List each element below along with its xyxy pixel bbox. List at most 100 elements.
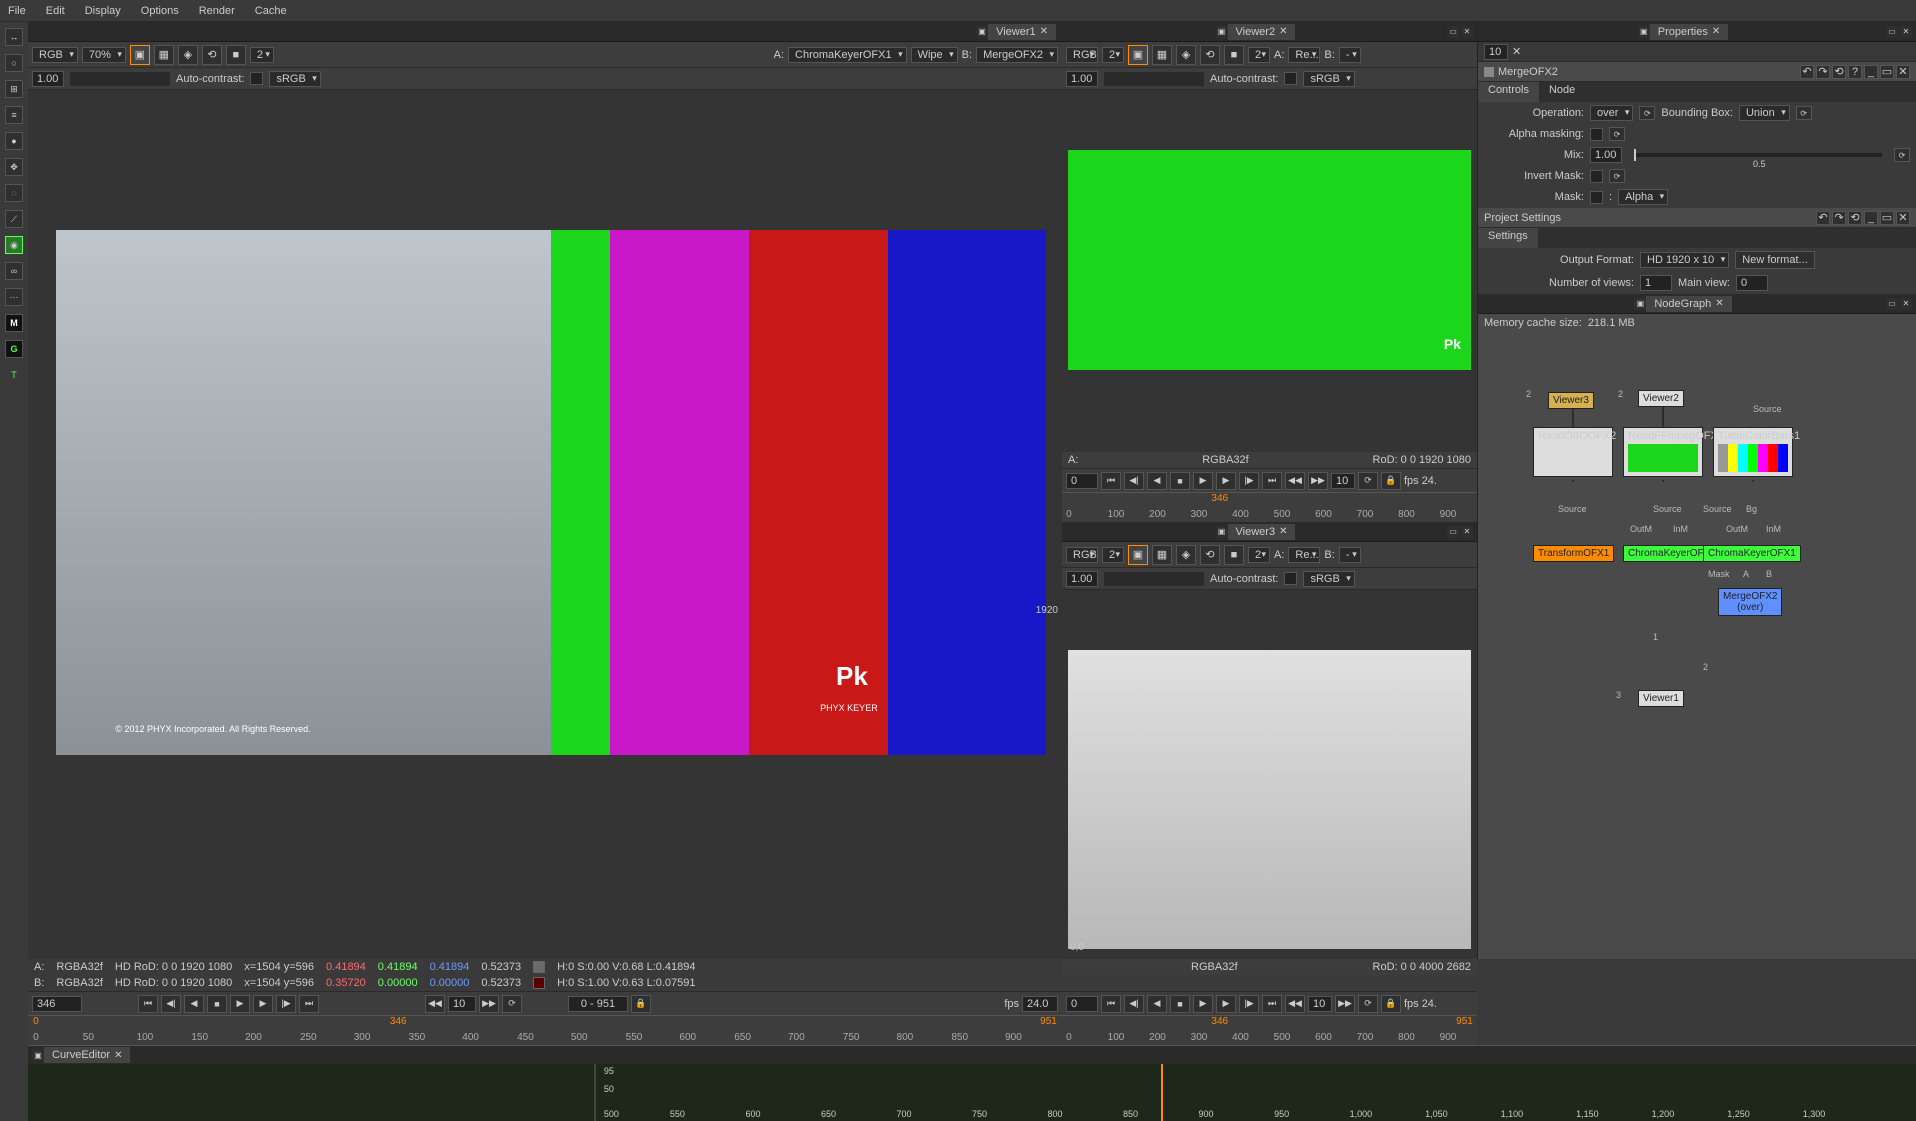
stack-count-input[interactable]: 10 — [1484, 44, 1508, 60]
mask-checkbox[interactable] — [1590, 191, 1603, 204]
close-icon[interactable]: ✕ — [1715, 298, 1723, 309]
viewer1-tab[interactable]: Viewer1 ✕ — [988, 24, 1056, 40]
close-icon[interactable]: ✕ — [1279, 26, 1287, 37]
center-button[interactable]: ⟲ — [1200, 545, 1220, 565]
rewind-button[interactable]: ◀◀ — [1285, 995, 1305, 1013]
a-input-dropdown[interactable]: ChromaKeyerOFX1 — [788, 47, 907, 63]
viewer1-canvas[interactable]: Pk PHYX KEYER © 2012 PHYX Incorporated. … — [28, 90, 1062, 959]
frame-dropdown[interactable]: 2 — [1102, 47, 1124, 63]
loop-button[interactable]: ⟳ — [502, 995, 522, 1013]
last-frame-button[interactable]: ⏭ — [299, 995, 319, 1013]
rewind-button[interactable]: ◀◀ — [425, 995, 445, 1013]
wipe-dropdown[interactable]: Wipe — [911, 47, 958, 63]
viewer3-timeline[interactable]: 346 951 0 100 200 300 400 500 600 700 80… — [1062, 1015, 1477, 1045]
anim-button[interactable]: ⟳ — [1609, 127, 1625, 141]
mix-slider[interactable]: 0.5 — [1634, 153, 1882, 157]
nodegraph-canvas[interactable]: 2 2 Viewer3 Viewer2 Source ReadOIIOOFX2 … — [1478, 332, 1916, 959]
prev-frame-button[interactable]: ◀ — [1147, 472, 1167, 490]
tool-pan[interactable]: ↔ — [5, 28, 23, 46]
b-input-dropdown[interactable]: - — [1339, 47, 1361, 63]
settings-subtab[interactable]: Settings — [1478, 228, 1538, 248]
close-node-icon[interactable]: ✕ — [1896, 65, 1910, 79]
float-icon[interactable]: ▭ — [1880, 211, 1894, 225]
close-panel-icon[interactable]: ✕ — [1900, 298, 1912, 310]
increment-input[interactable]: 10 — [1308, 996, 1332, 1012]
fforward-button[interactable]: ▶▶ — [1335, 995, 1355, 1013]
clip-roi-button[interactable]: ▣ — [1128, 45, 1148, 65]
a-input-dropdown[interactable]: Re... — [1288, 547, 1320, 563]
clear-stack-icon[interactable]: ✕ — [1512, 45, 1521, 58]
prev-key-button[interactable]: ◀| — [1124, 472, 1144, 490]
viewer2-tab[interactable]: Viewer2 ✕ — [1228, 24, 1296, 40]
float-icon[interactable]: ▣ — [1638, 26, 1650, 38]
close-panel-icon[interactable]: ✕ — [1461, 526, 1473, 538]
b-input-dropdown[interactable]: MergeOFX2 — [976, 47, 1058, 63]
tool-g[interactable]: G — [5, 340, 23, 358]
gain-slider[interactable] — [1104, 72, 1204, 86]
center-button[interactable]: ⟲ — [1200, 45, 1220, 65]
last-frame-button[interactable]: ⏭ — [1262, 995, 1282, 1013]
restore-icon[interactable]: ⟲ — [1832, 65, 1846, 79]
tool-green[interactable]: ◉ — [5, 236, 23, 254]
menu-cache[interactable]: Cache — [255, 5, 287, 17]
read-ffmpeg-node[interactable]: ReadFFmpegOFX1 — [1623, 427, 1703, 477]
render-button[interactable]: ◈ — [178, 45, 198, 65]
blackbg-button[interactable]: ■ — [1224, 45, 1244, 65]
current-frame-input[interactable]: 0 — [1066, 996, 1098, 1012]
maximize-icon[interactable]: ▭ — [1447, 26, 1459, 38]
layers-dropdown[interactable]: RGB — [32, 47, 78, 63]
frame-dropdown2[interactable]: 2 — [1248, 47, 1270, 63]
gain-input[interactable]: 1.00 — [32, 71, 64, 87]
prev-key-button[interactable]: ◀| — [161, 995, 181, 1013]
current-frame-input[interactable]: 346 — [32, 996, 82, 1012]
frame-dropdown2[interactable]: 2 — [1248, 547, 1270, 563]
anim-button[interactable]: ⟳ — [1796, 106, 1812, 120]
next-frame-button[interactable]: ▶ — [253, 995, 273, 1013]
restore-icon[interactable]: ⟲ — [1848, 211, 1862, 225]
proxy-button[interactable]: ▦ — [1152, 45, 1172, 65]
new-format-button[interactable]: New format... — [1735, 251, 1814, 269]
lock-button[interactable]: 🔒 — [1381, 995, 1401, 1013]
lock-button[interactable]: 🔒 — [631, 995, 651, 1013]
range-input[interactable]: 0 - 951 — [568, 996, 628, 1012]
curve-editor-tab[interactable]: CurveEditor ✕ — [44, 1047, 130, 1063]
undo-icon[interactable]: ↶ — [1816, 211, 1830, 225]
tool-move[interactable]: ✥ — [5, 158, 23, 176]
node-color-swatch[interactable] — [1484, 67, 1494, 77]
bbox-dropdown[interactable]: Union — [1739, 105, 1790, 121]
zoom-dropdown[interactable]: 70% — [82, 47, 126, 63]
first-frame-button[interactable]: ⏮ — [1101, 995, 1121, 1013]
stop-button[interactable]: ■ — [1170, 995, 1190, 1013]
float-icon[interactable]: ▣ — [1634, 298, 1646, 310]
viewer3-canvas[interactable]: 0,0 — [1062, 590, 1477, 959]
node-subtab[interactable]: Node — [1539, 82, 1585, 102]
blackbg-button[interactable]: ■ — [226, 45, 246, 65]
maximize-icon[interactable]: ▭ — [1886, 298, 1898, 310]
menu-display[interactable]: Display — [85, 5, 121, 17]
fps-input[interactable]: 24.0 — [1022, 996, 1058, 1012]
merge-node[interactable]: MergeOFX2 (over) — [1718, 588, 1782, 616]
menu-edit[interactable]: Edit — [46, 5, 65, 17]
clip-roi-button[interactable]: ▣ — [1128, 545, 1148, 565]
gain-input[interactable]: 1.00 — [1066, 571, 1098, 587]
float-icon[interactable]: ▣ — [1216, 26, 1228, 38]
redo-icon[interactable]: ↷ — [1832, 211, 1846, 225]
render-button[interactable]: ◈ — [1176, 545, 1196, 565]
views-input[interactable]: 1 — [1640, 275, 1672, 291]
output-format-dropdown[interactable]: HD 1920 x 10 — [1640, 252, 1729, 268]
menu-render[interactable]: Render — [199, 5, 235, 17]
frame-dropdown[interactable]: 2 — [250, 47, 274, 63]
gain-slider[interactable] — [1104, 572, 1204, 586]
nodegraph-tab[interactable]: NodeGraph ✕ — [1646, 296, 1731, 312]
alphamask-checkbox[interactable] — [1590, 128, 1603, 141]
prev-frame-button[interactable]: ◀ — [184, 995, 204, 1013]
colorbars-node[interactable]: TuttleColorBars1 — [1713, 427, 1793, 477]
proxy-button[interactable]: ▦ — [154, 45, 174, 65]
menu-options[interactable]: Options — [141, 5, 179, 17]
tool-circle2[interactable]: ◌ — [5, 184, 23, 202]
current-frame-input[interactable]: 0 — [1066, 473, 1098, 489]
anim-button[interactable]: ⟳ — [1639, 106, 1655, 120]
tool-dots[interactable]: ⋯ — [5, 288, 23, 306]
close-icon[interactable]: ✕ — [1712, 26, 1720, 37]
undo-icon[interactable]: ↶ — [1800, 65, 1814, 79]
